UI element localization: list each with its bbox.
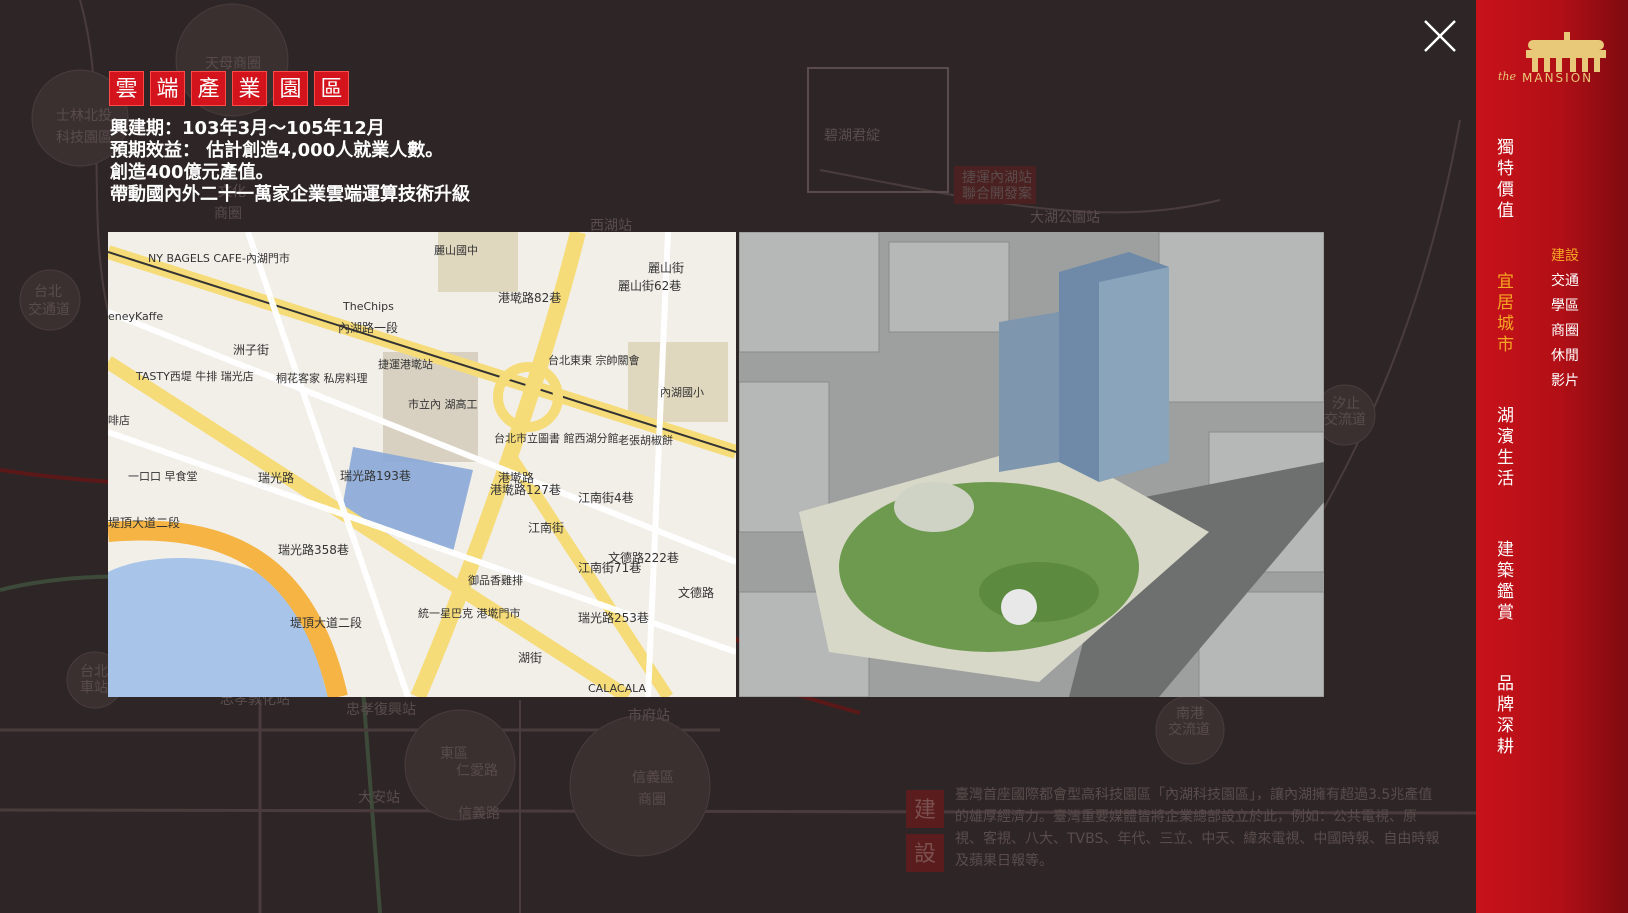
logo-the: the (1498, 70, 1517, 83)
map-label: eneyKaffe (108, 310, 163, 323)
map-road-label: 堤頂大道二段 (290, 615, 362, 630)
map-label: 御品香雞排 (468, 573, 523, 587)
subnav-leisure[interactable]: 休閒 (1551, 344, 1579, 369)
mansion-logo-icon: the MANSION (1498, 32, 1606, 85)
map-road-label: 湖街 (518, 650, 542, 665)
bg-label: 士林北投 (56, 108, 112, 124)
bg-label: 仁愛路 (456, 763, 498, 779)
bg-label: 交流道 (1324, 411, 1366, 428)
map-label: CALACALA (588, 682, 647, 695)
map-road-label: 瑞光路253巷 (578, 610, 649, 625)
title-char: 園 (273, 71, 308, 106)
overlay-title: 雲 端 產 業 園 區 (109, 71, 349, 106)
bg-label: 大安站 (358, 790, 400, 806)
map-label: 台北東東 宗帥關會 (548, 353, 640, 367)
description-line: 預期效益： 估計創造4,000人就業人數。 (110, 140, 444, 161)
map-label: 捷運港墘站 (378, 357, 433, 371)
title-char: 業 (232, 71, 267, 106)
map-label: 一口口 早食堂 (128, 469, 198, 483)
street-map-image: NY BAGELS CAFE-內湖門市 TheChips eneyKaffe T… (108, 232, 736, 697)
sidebar: the MANSION 獨特價值 宜居城市 湖濱生活 建築鑑賞 品牌深耕 建設 … (1476, 0, 1628, 913)
map-label: TheChips (342, 300, 394, 313)
bg-label: 南港 (1176, 706, 1204, 722)
bg-label: 碧湖君綻 (824, 128, 880, 144)
subnav-video[interactable]: 影片 (1551, 369, 1579, 394)
title-char: 區 (314, 71, 349, 106)
bg-label: 台北 (34, 284, 62, 300)
map-road-label: 瑞光路 (258, 470, 294, 485)
subnav-shopping[interactable]: 商圈 (1551, 319, 1579, 344)
map-label: TASTY西堤 牛排 瑞光店 (135, 369, 254, 383)
title-char: 雲 (109, 71, 144, 106)
map-road-label: 麗山街 (648, 261, 684, 275)
nav-livable-city[interactable]: 宜居城市 (1492, 272, 1516, 356)
map-road-label: 港墘路127巷 (490, 482, 561, 497)
map-road-label: 洲子街 (233, 343, 269, 357)
bg-label: 東區 (440, 746, 468, 762)
bg-label: 信義路 (458, 805, 500, 822)
bg-label: 車站 (80, 679, 108, 696)
bg-info-char: 建 (914, 798, 936, 823)
bg-info-char: 設 (914, 842, 936, 867)
description-line: 創造400億元產值。 (110, 162, 274, 183)
subnav-school[interactable]: 學區 (1551, 294, 1579, 319)
brand-logo[interactable]: the MANSION (1498, 28, 1610, 88)
bg-label: 聯合開發案 (962, 185, 1032, 202)
bg-label: 商圈 (638, 792, 666, 808)
nav-architecture[interactable]: 建築鑑賞 (1492, 540, 1516, 624)
bg-label: 忠孝復興站 (346, 701, 416, 718)
title-char: 產 (191, 71, 226, 106)
bg-label: 大湖公園站 (1030, 210, 1100, 226)
map-road-label: 麗山街62巷 (618, 279, 681, 293)
logo-name: MANSION (1522, 71, 1593, 85)
map-label: 內湖國小 (660, 386, 704, 399)
bg-label: 商圈 (214, 206, 242, 222)
bg-label: 交通道 (28, 301, 70, 318)
map-road-label: 文德路222巷 (608, 550, 679, 565)
map-label: 市立內 湖高工 (408, 397, 478, 411)
nav-lakeside-life[interactable]: 湖濱生活 (1492, 406, 1516, 490)
map-road-label: 江南街 (528, 520, 564, 535)
map-road-label: 瑞光路358巷 (278, 542, 349, 557)
map-label: 統一星巴克 港墘門市 (418, 606, 521, 620)
bg-label: 市府站 (628, 707, 670, 724)
park-rendering-image (739, 232, 1324, 697)
map-road-label: 堤頂大道二段 (108, 515, 180, 530)
overlay-description: 興建期：103年3月～105年12月 預期效益： 估計創造4,000人就業人數。… (110, 118, 470, 206)
subnav: 建設 交通 學區 商圈 休閒 影片 (1551, 244, 1579, 394)
bg-label: 天母商圈 (205, 56, 261, 72)
bg-label: 交流道 (1168, 721, 1210, 738)
close-button[interactable] (1420, 16, 1460, 56)
description-line: 帶動國內外二十一萬家企業雲端運算技術升級 (110, 184, 470, 205)
map-label: NY BAGELS CAFE-內湖門市 (148, 251, 290, 265)
map-road-label: 港墘路82巷 (498, 290, 561, 305)
subnav-construction[interactable]: 建設 (1551, 244, 1579, 269)
map-road-label: 文德路 (678, 585, 714, 600)
map-road-label: 江南街4巷 (578, 490, 634, 505)
close-icon (1424, 20, 1456, 52)
nav-brand[interactable]: 品牌深耕 (1492, 674, 1516, 758)
bg-label: 捷運內湖站 (962, 170, 1032, 186)
bg-label: 信義區 (632, 769, 674, 786)
map-label: 老張胡椒餅 (618, 433, 673, 447)
map-label: 麗山國中 (434, 244, 478, 257)
map-label: 台北市立圖書 館西湖分館 (494, 431, 619, 445)
map-label: 啡店 (108, 413, 130, 427)
map-road-label: 內湖路一段 (338, 320, 398, 335)
bg-label: 科技園區 (56, 130, 112, 146)
nav-unique-value[interactable]: 獨特價值 (1492, 138, 1516, 222)
bg-label: 台北 (80, 664, 108, 680)
subnav-transport[interactable]: 交通 (1551, 269, 1579, 294)
map-label: 桐花客家 私房料理 (276, 371, 368, 385)
description-line: 興建期：103年3月～105年12月 (110, 118, 385, 139)
map-road-label: 瑞光路193巷 (340, 468, 411, 483)
title-char: 端 (150, 71, 185, 106)
bg-info-text: 臺灣首座國際都會型高科技園區「內湖科技園區」，讓內湖擁有超過3.5兆產值的雄厚經… (955, 787, 1440, 869)
bg-label: 汐止 (1332, 396, 1360, 412)
